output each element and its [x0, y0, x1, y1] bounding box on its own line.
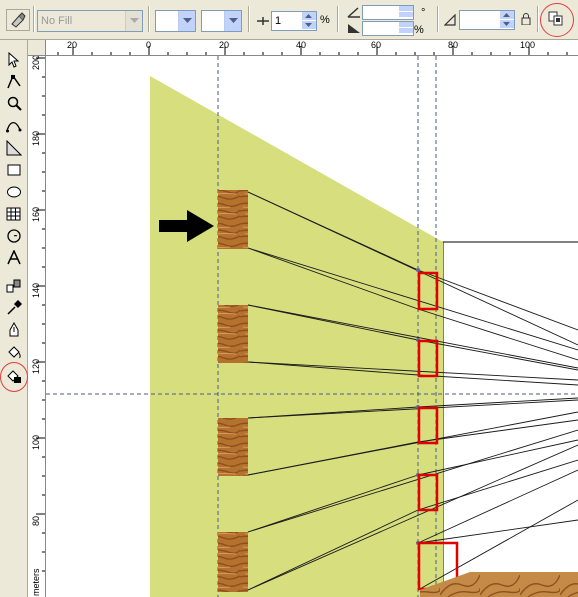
ruler-tick-label: 80 — [448, 40, 459, 50]
ruler-tick-label: 180 — [31, 130, 41, 146]
edge-pad-icon — [348, 24, 360, 33]
rectangle-icon — [7, 164, 21, 176]
percent-label-2: % — [414, 24, 424, 36]
vertical-ruler[interactable]: 200 180 160 140 120 100 80 meters — [28, 56, 46, 597]
fill-type-combo[interactable]: No Fill — [37, 10, 143, 32]
pen-nib-icon — [9, 322, 19, 337]
ruler-tick-label: 100 — [520, 40, 536, 50]
coreldraw-window: No Fill 1 % ° % 20 0 20 40 60 80 100 200… — [0, 0, 578, 597]
spin-arrows[interactable] — [399, 22, 413, 35]
spin-arrows[interactable] — [500, 11, 514, 29]
eyedropper-icon — [7, 300, 22, 315]
toolbar-separator — [537, 6, 539, 32]
drawing-artwork — [46, 56, 578, 597]
outline-tool[interactable] — [3, 320, 25, 340]
midpoint-value: 1 — [275, 15, 282, 27]
ruler-tick-label: 120 — [31, 358, 41, 374]
zoom-tool[interactable] — [3, 94, 25, 114]
ruler-tick-label: 160 — [31, 206, 41, 222]
arrow-pointer-icon — [8, 52, 20, 68]
angle-icon — [347, 7, 360, 18]
ruler-tick-label: 100 — [31, 434, 41, 450]
toolbar-separator — [33, 6, 35, 32]
fill-tool[interactable] — [3, 342, 25, 362]
highlight-circle-tool — [0, 362, 28, 392]
ellipse-icon — [7, 186, 21, 198]
start-color-combo[interactable] — [155, 10, 196, 32]
chevron-down-icon — [183, 18, 192, 23]
ruler-unit-label: meters — [31, 568, 41, 596]
ruler-tick-label: 0 — [146, 40, 152, 50]
ruler-tick-label: 140 — [31, 282, 41, 298]
wood-beam-end — [218, 418, 248, 476]
toolbox — [0, 40, 28, 597]
ruler-tick-label: 200 — [31, 56, 41, 70]
fill-type-dropdown[interactable] — [125, 11, 142, 31]
blend-icon — [6, 279, 21, 293]
text-tool[interactable] — [3, 248, 25, 268]
set-square-icon — [6, 140, 22, 156]
percent-label: % — [320, 14, 330, 26]
toolbar-separator — [437, 6, 439, 32]
ruler-tick-label: 20 — [67, 40, 78, 50]
polygon-tool[interactable] — [3, 204, 25, 224]
spin-arrows[interactable] — [399, 6, 413, 19]
smart-fill-tool[interactable] — [3, 138, 25, 158]
wood-beam-end — [218, 532, 248, 592]
horizontal-ruler-ticks — [57, 46, 568, 55]
midpoint-spinbox[interactable]: 1 — [271, 11, 317, 31]
chevron-down-icon — [229, 18, 238, 23]
freehand-tool[interactable] — [3, 116, 25, 136]
midpoint-icon — [257, 17, 269, 25]
eyedropper-tool[interactable] — [3, 298, 25, 318]
spin-arrows[interactable] — [302, 12, 316, 30]
toolbar-separator — [337, 6, 339, 32]
ruler-tick-label: 40 — [296, 40, 307, 50]
end-color-combo[interactable] — [201, 10, 242, 32]
spiral-shape-icon — [7, 229, 21, 243]
text-a-icon — [7, 250, 21, 265]
degree-label: ° — [421, 7, 426, 19]
toolbar-separator — [148, 6, 150, 32]
grid-table-icon — [6, 207, 21, 221]
wood-beam-end — [218, 190, 248, 249]
paint-bucket-icon — [8, 346, 21, 359]
property-bar: No Fill 1 % ° % — [0, 0, 578, 40]
horizontal-ruler[interactable]: 20 0 20 40 60 80 100 — [46, 40, 578, 56]
fill-brush-icon — [11, 12, 26, 28]
ruler-corner[interactable] — [28, 40, 46, 56]
wood-beam-end — [218, 305, 248, 363]
fill-options-button[interactable] — [6, 9, 30, 31]
shape-tool[interactable] — [3, 72, 25, 92]
rectangle-tool[interactable] — [3, 160, 25, 180]
basic-shapes-tool[interactable] — [3, 226, 25, 246]
start-color-dropdown[interactable] — [178, 11, 195, 31]
drawing-canvas[interactable] — [46, 56, 578, 597]
toolbar-separator — [248, 6, 250, 32]
highlight-circle-copy — [540, 3, 574, 37]
ruler-tick-label: 60 — [371, 40, 382, 50]
shape-node-icon — [7, 74, 21, 89]
lock-icon[interactable] — [521, 13, 531, 25]
end-color-dropdown[interactable] — [224, 11, 241, 31]
ruler-tick-label: 20 — [219, 40, 230, 50]
magnifier-icon — [7, 96, 22, 111]
edge-pad-spinbox[interactable] — [362, 21, 414, 36]
angle-spinbox[interactable] — [362, 5, 414, 20]
interactive-blend-tool[interactable] — [3, 276, 25, 296]
steps-spinbox[interactable] — [459, 10, 515, 30]
ruler-tick-label: 80 — [31, 515, 41, 526]
page-frame — [442, 241, 578, 597]
ellipse-tool[interactable] — [3, 182, 25, 202]
pick-tool[interactable] — [3, 50, 25, 70]
fill-type-value: No Fill — [41, 15, 73, 27]
chevron-down-icon — [130, 18, 139, 23]
bezier-icon — [6, 121, 22, 133]
steps-icon — [444, 14, 456, 26]
